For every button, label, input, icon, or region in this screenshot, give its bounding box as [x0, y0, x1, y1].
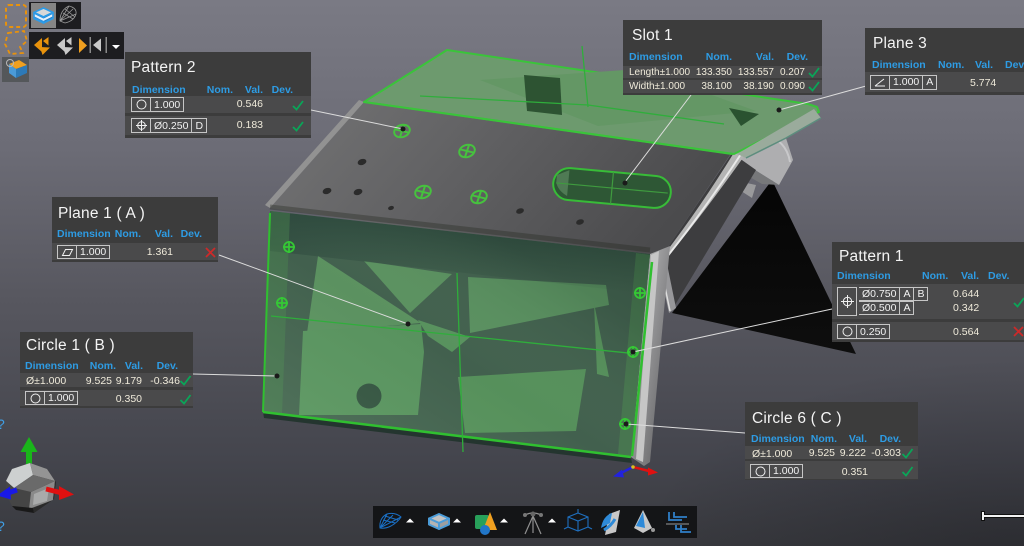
svg-text:?: ?: [0, 416, 5, 432]
svg-text:?: ?: [0, 518, 5, 534]
